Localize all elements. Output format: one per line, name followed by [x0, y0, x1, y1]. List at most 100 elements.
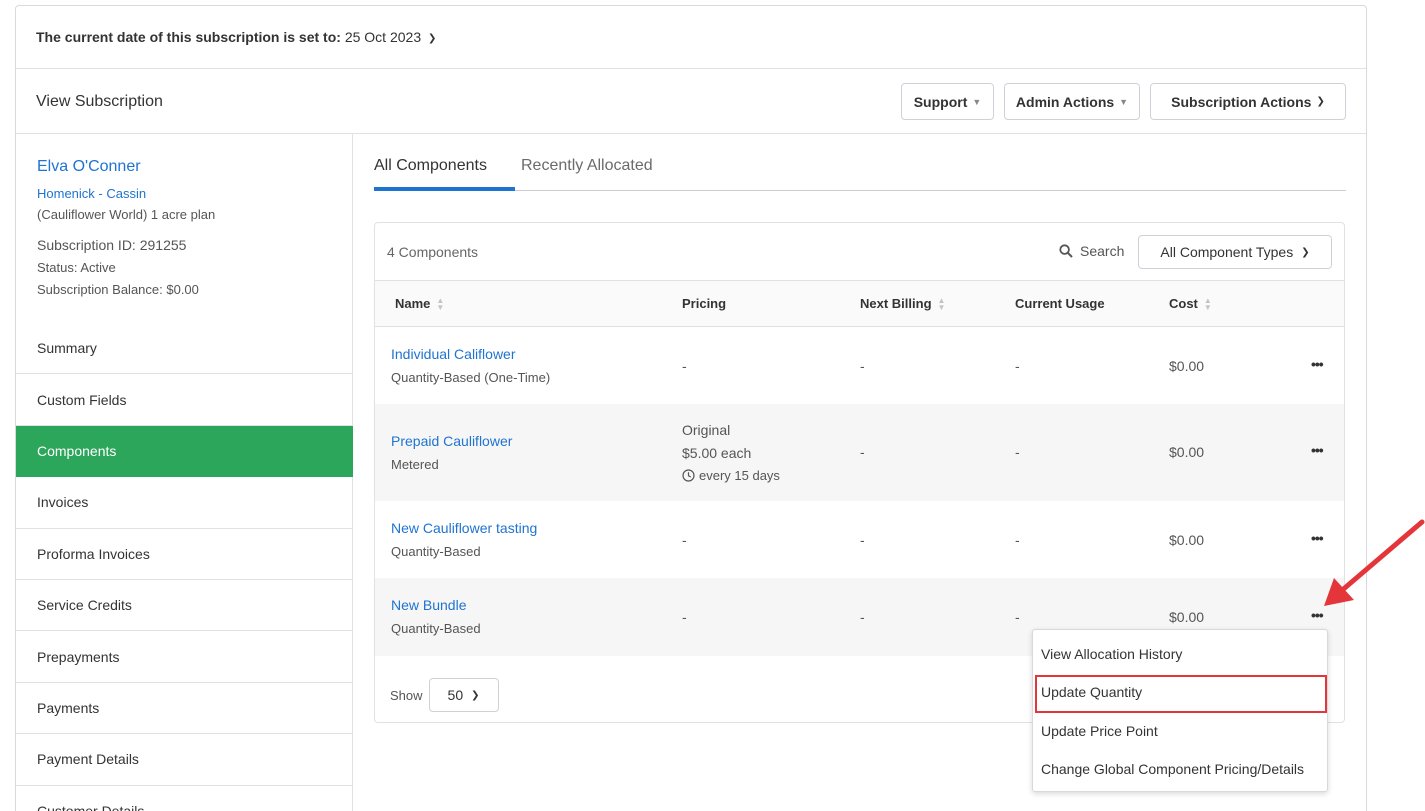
current-usage-value: -: [1015, 609, 1020, 625]
subscription-actions-button[interactable]: Subscription Actions ❯: [1150, 83, 1346, 120]
page-title: View Subscription: [36, 93, 163, 110]
sidebar-item-prepayments[interactable]: Prepayments: [16, 631, 353, 683]
sidebar-item-proforma-invoices[interactable]: Proforma Invoices: [16, 529, 353, 580]
component-type: Quantity-Based (One-Time): [391, 370, 551, 385]
cost-value: $0.00: [1169, 532, 1205, 548]
sidebar-item-label: Customer Details: [37, 802, 145, 811]
tab-all-components[interactable]: All Components: [374, 157, 487, 175]
pricing-amount: $5.00 each: [682, 445, 752, 461]
sidebar-item-components[interactable]: Components: [16, 425, 353, 478]
component-name-link[interactable]: Prepaid Cauliflower: [391, 433, 512, 449]
current-date-value[interactable]: 25 Oct 2023: [345, 29, 421, 45]
organization-link[interactable]: Homenick - Cassin: [37, 186, 332, 201]
table-row: New Cauliflower tasting Quantity-Based -…: [375, 501, 1344, 578]
pricing-value: -: [682, 609, 687, 625]
sidebar-item-label: Prepayments: [37, 648, 120, 665]
pricing-scheme: Original: [682, 422, 731, 438]
sidebar-item-label: Summary: [37, 340, 97, 357]
table-header: Name ▲ ▼ Pricing Next Billing ▲ ▼ Current Us…: [375, 280, 1344, 327]
customer-name-link[interactable]: Elva O'Conner: [37, 158, 332, 176]
more-actions-icon[interactable]: •••: [1311, 442, 1324, 458]
customer-info: Elva O'Conner Homenick - Cassin (Caulifl…: [16, 134, 352, 297]
subscription-id: Subscription ID: 291255: [37, 237, 187, 253]
column-header-label: Cost: [1169, 296, 1198, 311]
table-row: Individual Califlower Quantity-Based (On…: [375, 327, 1344, 404]
table-row: Prepaid Cauliflower Metered Original $5.…: [375, 404, 1344, 501]
search-icon: [1059, 244, 1073, 258]
pricing-value: -: [682, 532, 687, 548]
column-header-label: Next Billing: [860, 296, 932, 311]
column-header-next-billing[interactable]: Next Billing ▲ ▼: [860, 296, 945, 311]
component-type: Quantity-Based: [391, 621, 481, 636]
sort-icon: ▲ ▼: [436, 295, 445, 312]
chevron-down-icon: ❯: [471, 689, 480, 701]
current-usage-value: -: [1015, 358, 1020, 374]
current-date-label: The current date of this subscription is…: [36, 29, 341, 45]
component-name-link[interactable]: New Cauliflower tasting: [391, 520, 537, 536]
component-type: Quantity-Based: [391, 544, 481, 559]
search-label: Search: [1080, 243, 1125, 259]
column-header-pricing: Pricing: [682, 296, 726, 311]
menu-item-view-allocation-history[interactable]: View Allocation History: [1041, 646, 1182, 662]
sidebar-item-customer-details[interactable]: Customer Details: [16, 786, 353, 811]
subscription-status: Status: Active: [37, 260, 116, 275]
page-size-value: 50: [447, 687, 464, 703]
sidebar: Elva O'Conner Homenick - Cassin (Caulifl…: [16, 134, 353, 811]
sidebar-item-label: Proforma Invoices: [37, 545, 150, 562]
sidebar-item-label: Invoices: [37, 494, 89, 511]
tab-recently-allocated[interactable]: Recently Allocated: [521, 157, 653, 175]
components-toolbar: 4 Components Search All Component Types …: [375, 223, 1344, 280]
next-billing-value: -: [860, 609, 865, 625]
support-button[interactable]: Support ▼: [901, 83, 994, 120]
sidebar-item-label: Components: [37, 442, 117, 459]
cost-value: $0.00: [1169, 358, 1205, 374]
sidebar-item-summary[interactable]: Summary: [16, 323, 353, 375]
active-tab-indicator: [374, 187, 515, 191]
cost-value: $0.00: [1169, 444, 1205, 460]
clock-icon: [682, 469, 695, 482]
pricing-interval-label: every 15 days: [699, 468, 780, 483]
next-billing-value: -: [860, 444, 865, 460]
highlight-box: [1035, 675, 1327, 713]
sidebar-item-custom-fields[interactable]: Custom Fields: [16, 374, 353, 426]
tab-bar: All Components Recently Allocated: [374, 134, 1346, 191]
component-type-select[interactable]: All Component Types ❯: [1138, 235, 1332, 269]
sort-icon: ▲ ▼: [937, 295, 946, 312]
sidebar-item-payment-details[interactable]: Payment Details: [16, 734, 353, 786]
pricing-value: -: [682, 358, 687, 374]
admin-actions-label: Admin Actions: [1015, 93, 1115, 110]
sidebar-item-label: Payments: [37, 699, 100, 716]
current-date-bar[interactable]: The current date of this subscription is…: [16, 6, 1366, 69]
support-button-label: Support: [913, 93, 968, 110]
more-actions-icon[interactable]: •••: [1311, 356, 1324, 372]
caret-down-icon: ▼: [972, 96, 982, 107]
page-size-control: Show 50 ❯: [390, 678, 499, 712]
show-label: Show: [390, 687, 423, 703]
sidebar-item-label: Custom Fields: [37, 391, 127, 408]
sidebar-item-label: Payment Details: [37, 751, 139, 768]
sidebar-item-service-credits[interactable]: Service Credits: [16, 580, 353, 632]
chevron-down-icon[interactable]: ❯: [428, 33, 436, 44]
current-usage-value: -: [1015, 532, 1020, 548]
admin-actions-button[interactable]: Admin Actions ▼: [1004, 83, 1140, 120]
components-count: 4 Components: [387, 244, 479, 260]
component-type-value: All Component Types: [1160, 244, 1294, 260]
page-header: View Subscription Support ▼ Admin Action…: [16, 69, 1366, 134]
column-header-label: Current Usage: [1015, 296, 1105, 311]
component-name-link[interactable]: Individual Califlower: [391, 346, 516, 362]
sidebar-item-payments[interactable]: Payments: [16, 683, 353, 735]
component-name-link[interactable]: New Bundle: [391, 597, 467, 613]
sidebar-item-label: Service Credits: [37, 597, 132, 614]
subscription-balance: Subscription Balance: $0.00: [37, 282, 199, 297]
column-header-cost[interactable]: Cost ▲ ▼: [1169, 296, 1212, 311]
column-header-name[interactable]: Name ▲ ▼: [395, 296, 444, 311]
current-usage-value: -: [1015, 444, 1020, 460]
sort-icon: ▲ ▼: [1203, 295, 1212, 312]
menu-item-change-global-pricing[interactable]: Change Global Component Pricing/Details: [1041, 761, 1304, 777]
sidebar-nav: Summary Custom Fields Components Invoice…: [16, 323, 353, 811]
menu-item-update-price-point[interactable]: Update Price Point: [1041, 723, 1158, 739]
search-button[interactable]: Search: [1059, 243, 1124, 259]
sidebar-item-invoices[interactable]: Invoices: [16, 477, 353, 529]
page-size-select[interactable]: 50 ❯: [428, 678, 499, 712]
column-header-label: Name: [395, 296, 431, 311]
